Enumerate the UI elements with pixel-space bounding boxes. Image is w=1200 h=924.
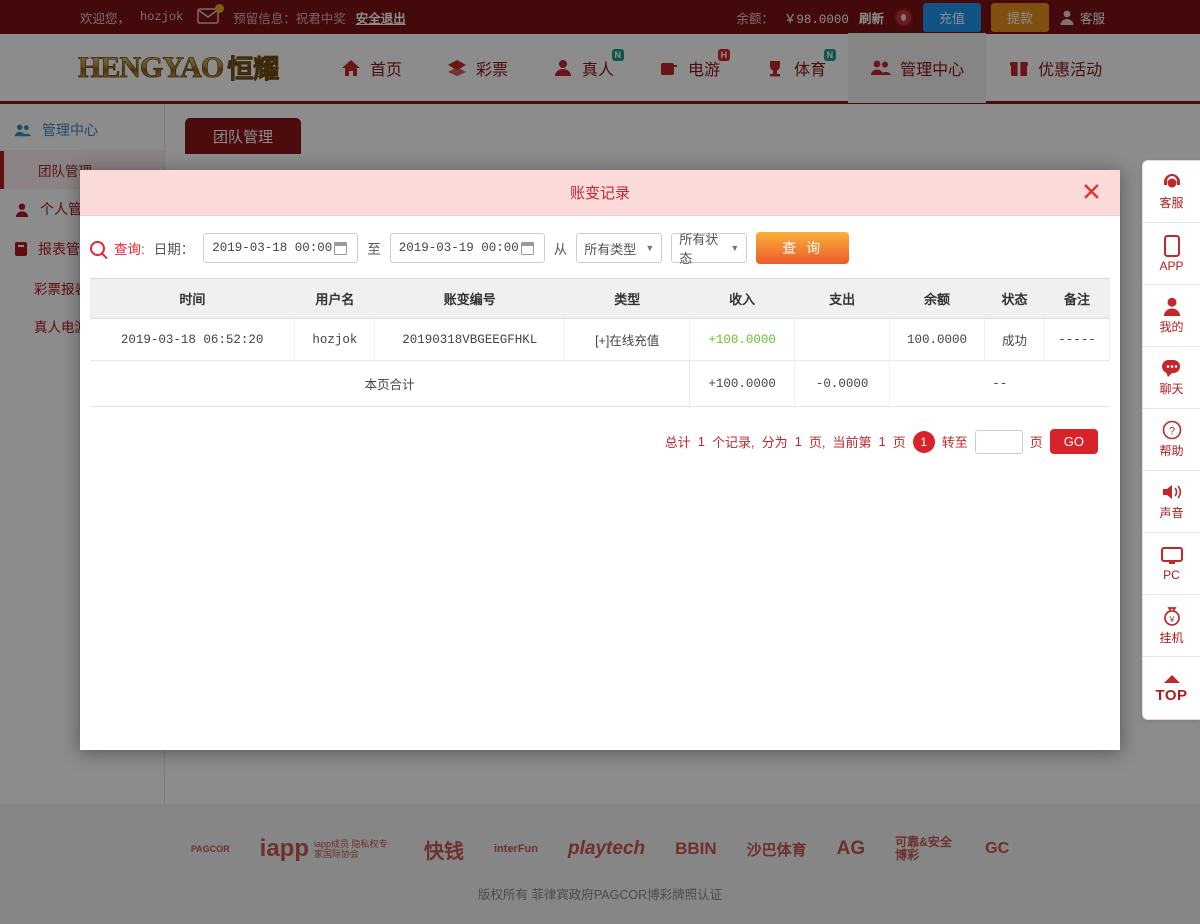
close-icon[interactable]: ✕ [1081,180,1102,205]
status-select-value: 所有状态 [679,229,722,267]
chevron-down-icon: ▼ [645,243,654,253]
current-page: 1 [878,434,885,449]
column-record-no: 账变编号 [375,279,565,319]
search-icon [90,241,105,256]
person-icon [1162,296,1182,316]
rail-label: 声音 [1159,504,1183,521]
rail-label: 聊天 [1159,380,1183,397]
date-from-field[interactable] [203,233,358,263]
table-body: 2019-03-18 06:52:20 hozjok 20190318VBGEE… [90,319,1110,407]
goto-label: 转至 [942,432,968,451]
arrow-up-icon [1161,673,1183,685]
phone-icon [1164,235,1180,257]
column-time: 时间 [90,279,295,319]
modal-header: 账变记录 ✕ [80,170,1120,216]
date-from-input[interactable] [210,240,334,256]
cell-expense [795,319,890,361]
cell-record-no: 20190318VBGEEGFHKL [375,319,565,361]
rail-item-back-to-top[interactable]: TOP [1143,657,1200,719]
speaker-icon [1161,482,1183,502]
split-label: 分为 [762,432,788,451]
rail-label: 我的 [1159,318,1183,335]
rail-item-customer-service[interactable]: 客服 [1143,161,1200,223]
money-bag-icon: ￥ [1162,606,1182,627]
date-to-input[interactable] [397,240,521,256]
column-status: 状态 [985,279,1045,319]
rail-label: APP [1159,259,1183,273]
headset-icon [1161,172,1183,192]
total-count: 1 [698,434,705,449]
table-header: 时间 用户名 账变编号 类型 收入 支出 余额 状态 备注 [90,279,1110,319]
calendar-icon[interactable] [521,242,534,255]
rail-label: PC [1163,568,1180,582]
page-unit: 页 [893,432,906,451]
cell-income: +100.0000 [690,319,795,361]
svg-text:?: ? [1168,426,1174,438]
summary-expense: -0.0000 [795,361,890,407]
cell-time: 2019-03-18 06:52:20 [90,319,295,361]
filter-bar: 查询: 日期： 至 从 所有类型 ▼ 所有状态 ▼ 查 询 [80,216,1120,278]
pages-label: 页, [809,432,826,451]
cell-status: 成功 [985,319,1045,361]
column-remark: 备注 [1044,279,1109,319]
column-balance: 余额 [890,279,985,319]
rail-item-chat[interactable]: 聊天 [1143,347,1200,409]
total-prefix: 总计 [665,432,691,451]
total-pages: 1 [795,434,802,449]
column-income: 收入 [690,279,795,319]
go-button[interactable]: GO [1050,429,1098,454]
column-username: 用户名 [295,279,375,319]
rail-label: TOP [1155,687,1187,704]
page-button-1[interactable]: 1 [913,431,935,453]
rail-item-sound[interactable]: 声音 [1143,471,1200,533]
table-summary-row: 本页合计 +100.0000 -0.0000 -- [90,361,1110,407]
rail-item-pc[interactable]: PC [1143,533,1200,595]
cell-type: [+]在线充值 [565,319,690,361]
query-button[interactable]: 查 询 [756,232,849,264]
records-label: 个记录, [712,432,755,451]
summary-income: +100.0000 [690,361,795,407]
goto-unit: 页 [1030,432,1043,451]
account-records-table: 时间 用户名 账变编号 类型 收入 支出 余额 状态 备注 2019-03-18… [90,278,1110,407]
goto-page-input[interactable] [975,430,1023,454]
pagination: 总计 1 个记录, 分为 1 页, 当前第 1 页 1 转至 页 GO [80,407,1120,454]
current-label: 当前第 [832,432,871,451]
table-row: 2019-03-18 06:52:20 hozjok 20190318VBGEE… [90,319,1110,361]
date-label: 日期： [154,238,195,258]
cell-username: hozjok [295,319,375,361]
type-select-value: 所有类型 [584,239,636,258]
chevron-down-icon: ▼ [730,243,739,253]
type-select[interactable]: 所有类型 ▼ [576,233,662,263]
column-expense: 支出 [795,279,890,319]
svg-text:￥: ￥ [1168,615,1176,624]
right-rail: 客服 APP 我的 聊天 ? 帮助 声音 PC ￥ 挂机 TOP [1142,160,1200,720]
rail-label: 挂机 [1159,629,1183,646]
monitor-icon [1161,546,1183,566]
cell-balance: 100.0000 [890,319,985,361]
account-records-modal: 账变记录 ✕ 查询: 日期： 至 从 所有类型 ▼ 所有状态 ▼ 查 询 时间 [80,170,1120,750]
column-type: 类型 [565,279,690,319]
rail-item-app[interactable]: APP [1143,223,1200,285]
status-select[interactable]: 所有状态 ▼ [671,233,747,263]
summary-label: 本页合计 [90,361,690,407]
rail-label: 客服 [1159,194,1183,211]
date-to-field[interactable] [390,233,545,263]
query-label: 查询: [114,238,145,258]
modal-title: 账变记录 [570,182,630,203]
rail-item-auto-play[interactable]: ￥ 挂机 [1143,595,1200,657]
rail-item-help[interactable]: ? 帮助 [1143,409,1200,471]
question-circle-icon: ? [1162,420,1182,440]
rail-item-mine[interactable]: 我的 [1143,285,1200,347]
date-range-separator: 至 [367,238,381,258]
cell-remark: ----- [1044,319,1109,361]
from-label: 从 [554,238,568,258]
chat-bubble-icon [1161,358,1183,378]
summary-balance: -- [890,361,1110,407]
rail-label: 帮助 [1159,442,1183,459]
table-header-row: 时间 用户名 账变编号 类型 收入 支出 余额 状态 备注 [90,279,1110,319]
calendar-icon[interactable] [334,242,347,255]
